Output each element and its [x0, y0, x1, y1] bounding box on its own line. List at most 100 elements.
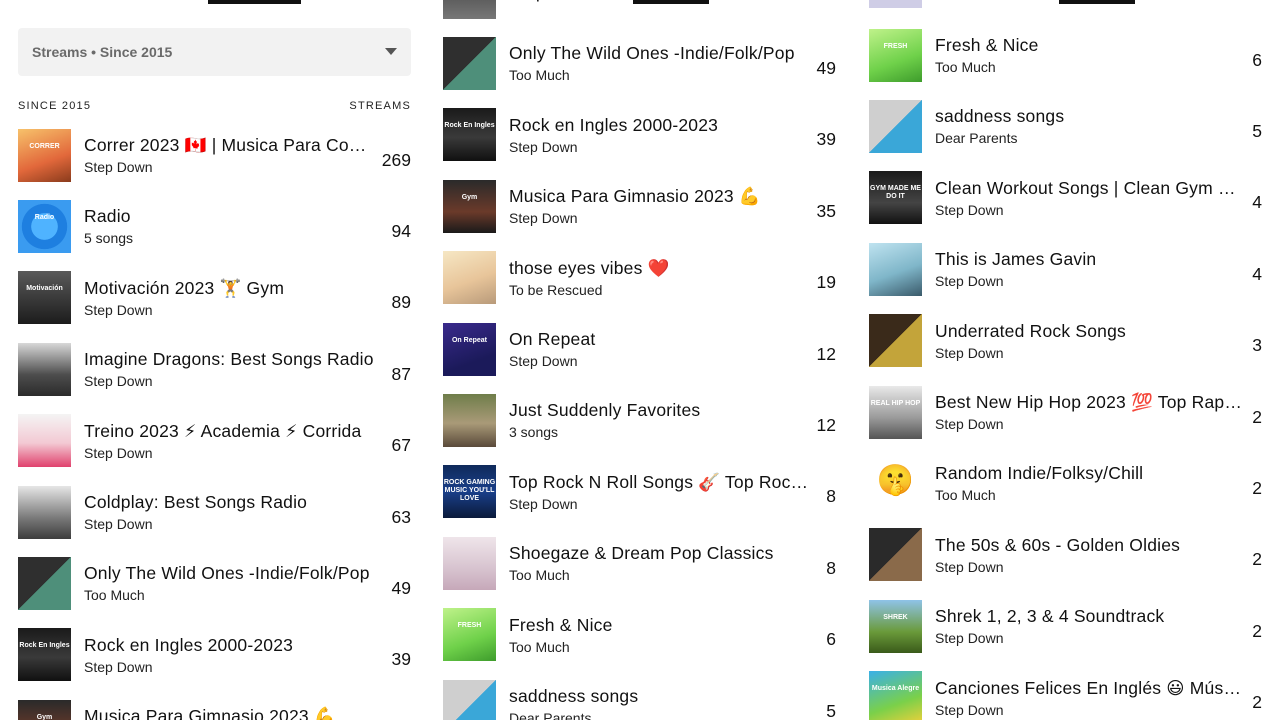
playlist-owner: Step Down	[935, 558, 1004, 575]
playlist-title: Step Down	[509, 0, 826, 3]
playlist-info: Step Down	[509, 0, 826, 3]
playlist-info: Radio 5 songs	[84, 205, 382, 247]
playlist-row[interactable]: Coldplay: Best Songs Radio Step Down 63	[18, 485, 411, 539]
stream-count: 39	[391, 649, 411, 670]
running-cover-icon: CORRER	[18, 128, 71, 182]
playlist-row[interactable]: ROCK GAMING MUSIC YOU'LL LOVE Top Rock N …	[443, 465, 836, 519]
stream-count: 2	[1252, 620, 1262, 641]
playlist-title: Motivación 2023 🏋️ Gym	[84, 277, 285, 298]
playlist-info: Only The Wild Ones -Indie/Folk/Pop Too Mu…	[509, 42, 807, 84]
stream-count: 269	[381, 149, 411, 170]
playlist-row[interactable]: On Repeat On Repeat Step Down 12	[443, 322, 836, 376]
artist-cover-icon	[869, 242, 922, 296]
playlist-info: saddness songs Dear Parents	[935, 105, 1242, 147]
playlist-title: The 50s & 60s - Golden Oldies	[935, 534, 1181, 555]
playlist-title: Musica Para Gimnasio 2023 💪	[84, 706, 336, 720]
playlist-title: Canciones Felices En Inglés 😃 Música Ale…	[935, 677, 1243, 698]
cover-caption: GYM MADE ME DO IT	[870, 185, 921, 200]
playlist-row[interactable]: saddness songs Dear Parents 5	[443, 679, 836, 720]
gym-cover-icon: GYM MADE ME DO IT	[869, 171, 922, 225]
playlist-row[interactable]: 🤫 Random Indie/Folksy/Chill Too Much 2	[869, 456, 1262, 510]
playlist-info: Rock en Ingles 2000-2023 Step Down	[84, 634, 382, 676]
playlist-info: Only The Wild Ones -Indie/Folk/Pop Too Mu…	[84, 562, 382, 604]
playlist-owner: Step Down	[935, 416, 1004, 432]
playlist-row[interactable]: Motivación Motivación 2023 🏋️ Gym Step Dow…	[18, 271, 411, 325]
playlist-row[interactable]: Underrated Rock Songs Step Down 3	[869, 314, 1262, 368]
stream-count: 2	[1252, 477, 1262, 498]
playlist-owner: Step Down	[84, 373, 153, 390]
playlist-row[interactable]: GymMusica Para Gimnasio 2023 💪Step Down3…	[443, 179, 836, 233]
stream-count: 12	[816, 343, 836, 364]
playlist-owner: Step Down	[935, 201, 1004, 218]
playlist-row[interactable]: Just Suddenly Favorites 3 songs 12	[443, 393, 836, 447]
stream-count: 49	[816, 57, 836, 78]
playlist-row[interactable]: Rock En Ingles Rock en Ingles 2000-2023 St…	[18, 628, 411, 682]
cover-caption: Rock En Ingles	[444, 122, 495, 130]
photo-cover-icon	[443, 393, 496, 447]
playlist-info: Musica Para Gimnasio 2023 💪 Step Down	[509, 185, 807, 227]
playlist-row[interactable]: Musica Alegre Canciones Felices En Inglés…	[869, 671, 1262, 720]
band-photo-cover-icon	[18, 342, 71, 396]
playlist-info: Imagine Dragons: Best Songs Radio Step Do…	[84, 348, 382, 390]
playlist-row[interactable]: Shoegaze & Dream Pop Classics Too Much 8	[443, 536, 836, 590]
filter-dropdown[interactable]: Streams • Since 2015	[18, 28, 411, 76]
playlist-owner: Step Down	[84, 516, 153, 532]
playlist-row[interactable]: those eyes vibes ❤️ To be Rescued 19	[443, 251, 836, 305]
playlist-owner: Step Down	[935, 701, 1004, 718]
playlist-owner: 3 songs	[509, 424, 559, 441]
playlist-row[interactable]: GYM MADE ME DO IT Clean Workout Songs | C…	[869, 171, 1262, 225]
playlist-title: On Repeat	[509, 329, 596, 349]
cover-caption: Motivación	[26, 285, 63, 293]
playlist-title: Shrek 1, 2, 3 & 4 Soundtrack	[935, 606, 1165, 627]
playlist-info: Treino 2023 ⚡ Academia ⚡ Corrida Step Dow…	[84, 420, 382, 462]
stream-count: 2	[1252, 549, 1262, 570]
cover-caption: Radio	[34, 213, 55, 221]
playlist-info: Coldplay: Best Songs Radio Step Down	[84, 491, 382, 533]
playlist-title: Treino 2023 ⚡ Academia ⚡ Corrida	[84, 420, 362, 441]
playlist-row[interactable]: Treino 2023 ⚡ Academia ⚡ Corrida Step Dow…	[18, 414, 411, 468]
playlist-row[interactable]: GymMusica Para Gimnasio 2023 💪Step Down3…	[18, 699, 411, 720]
playlist-row[interactable]: Rock En Ingles Rock en Ingles 2000-2023 St…	[443, 108, 836, 162]
playlist-info: Correr 2023 🇨🇦 | Musica Para Correr Step …	[84, 134, 372, 176]
playlist-row[interactable]: saddness songs Dear Parents 5	[869, 99, 1262, 153]
playlist-row[interactable]: Radio Radio 5 songs 94	[18, 199, 411, 253]
playlist-owner: Too Much	[509, 67, 570, 84]
cover-caption: Musica Alegre	[871, 685, 920, 693]
stream-count: 6	[1252, 49, 1262, 70]
on-repeat-cover-icon: On Repeat	[443, 322, 496, 376]
playlist-row[interactable]: The 50s & 60s - Golden Oldies Step Down 2	[869, 528, 1262, 582]
collage-cover-icon	[869, 99, 922, 153]
playlist-info: Just Suddenly Favorites 3 songs	[509, 399, 807, 441]
playlist-owner: To be Rescued	[509, 281, 603, 298]
playlist-owner: Step Down	[509, 495, 578, 512]
playlist-info: Fresh & Nice Too Much	[935, 34, 1242, 76]
cover-caption: CORRER	[29, 142, 60, 150]
playlist-row[interactable]: This is James Gavin Step Down 4	[869, 242, 1262, 296]
playlist-info: Clean Workout Songs | Clean Gym Music Ste…	[935, 177, 1242, 219]
guitar-cover-icon: Rock En Ingles	[443, 108, 496, 162]
playlist-row[interactable]: Only The Wild Ones -Indie/Folk/Pop Too Mu…	[443, 36, 836, 90]
playlist-row[interactable]: CORRER Correr 2023 🇨🇦 | Musica Para Corre…	[18, 128, 411, 182]
stream-count: 49	[391, 577, 411, 598]
playlist-row[interactable]: REAL HIP HOP Best New Hip Hop 2023 💯 Top …	[869, 385, 1262, 439]
playlist-title: those eyes vibes ❤️	[509, 257, 670, 278]
playlist-row[interactable]: Imagine Dragons: Best Songs Radio Step Do…	[18, 342, 411, 396]
cover-caption: SHREK	[883, 613, 908, 621]
playlist-title: Only The Wild Ones -Indie/Folk/Pop	[84, 563, 370, 584]
playlist-row[interactable]: Only The Wild Ones -Indie/Folk/Pop Too Mu…	[18, 556, 411, 610]
anime-cover-icon	[443, 251, 496, 305]
playlist-row[interactable]: Step Down	[443, 0, 836, 19]
stream-count: 94	[391, 220, 411, 241]
partial-cover-edge	[869, 0, 922, 8]
column-2: Step Down Only The Wild Ones -Indie/Folk/…	[443, 0, 836, 720]
partial-cover-icon	[443, 0, 496, 19]
active-tab-indicator	[1059, 0, 1135, 4]
playlist-owner: Too Much	[509, 567, 570, 584]
playlist-info: Shoegaze & Dream Pop Classics Too Much	[509, 542, 816, 584]
playlist-row[interactable]: FRESH Fresh & Nice Too Much 6	[443, 608, 836, 662]
stream-count: 4	[1252, 263, 1262, 284]
playlist-title: Radio	[84, 206, 131, 227]
playlist-row[interactable]: FRESH Fresh & Nice Too Much 6	[869, 28, 1262, 82]
happy-cover-icon: Musica Alegre	[869, 671, 922, 720]
playlist-row[interactable]: SHREK Shrek 1, 2, 3 & 4 Soundtrack Step Do…	[869, 599, 1262, 653]
